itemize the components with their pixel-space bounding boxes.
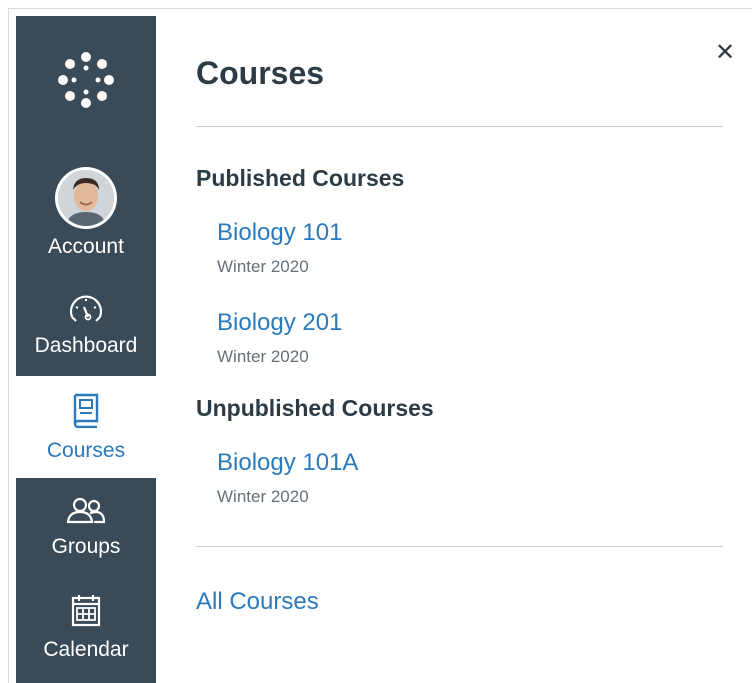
calendar-icon [71,593,101,632]
published-courses-heading: Published Courses [196,165,405,191]
course-link[interactable]: Biology 201 [217,308,342,338]
tray-title: Courses [196,55,325,91]
divider [196,546,723,547]
nav-item-label: Groups [51,535,121,558]
unpublished-courses-heading: Unpublished Courses [196,395,434,421]
frame-top-border [8,8,752,9]
nav-item-account[interactable]: Account [16,162,156,274]
nav-item-groups[interactable]: Groups [16,478,156,578]
dashboard-gauge-icon [67,293,105,328]
course-term: Winter 2020 [217,257,309,276]
all-courses-link[interactable]: All Courses [196,587,319,617]
nav-item-calendar[interactable]: Calendar [16,578,156,683]
courses-book-icon [72,392,100,433]
nav-item-label: Account [48,235,124,258]
canvas-logo-icon[interactable] [16,16,156,144]
course-term: Winter 2020 [217,487,309,506]
frame-left-border [8,8,9,683]
course-link[interactable]: Biology 101 [217,218,342,248]
nav-item-label: Calendar [43,638,129,661]
close-icon[interactable]: ✕ [712,40,738,66]
groups-people-icon [66,496,106,529]
global-navigation: Account Dashboard Courses Groups Calenda… [16,16,156,683]
divider [196,126,723,127]
nav-item-label: Courses [46,439,126,462]
course-term: Winter 2020 [217,347,309,366]
nav-item-label: Dashboard [34,334,138,357]
nav-item-dashboard[interactable]: Dashboard [16,276,156,376]
course-link[interactable]: Biology 101A [217,448,358,478]
nav-item-courses[interactable]: Courses [16,376,156,478]
avatar [55,167,117,229]
